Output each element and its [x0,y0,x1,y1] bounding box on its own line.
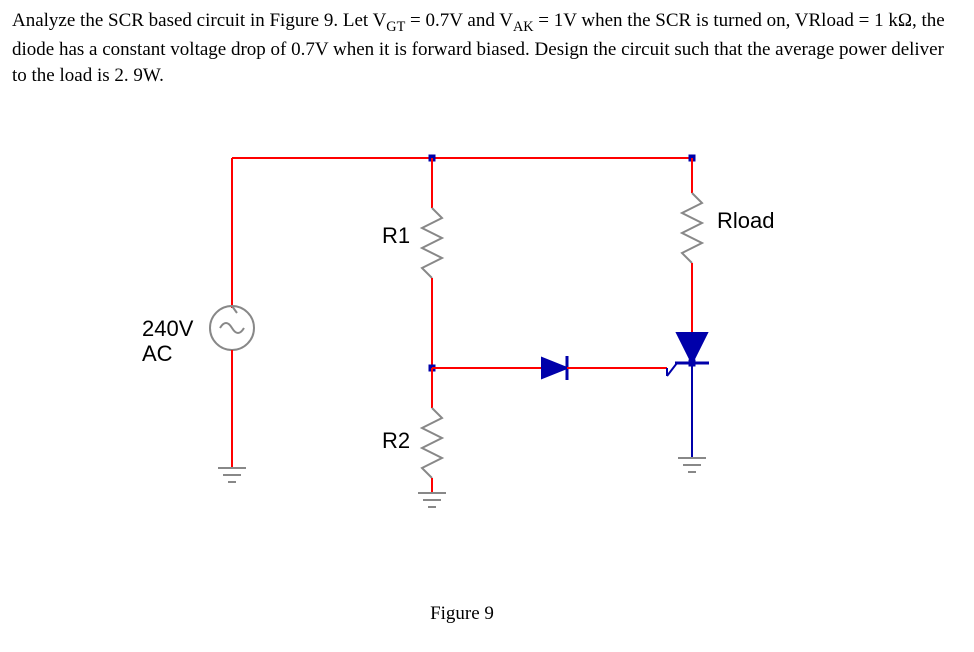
scr-gate-lead-1 [667,363,677,376]
diode-triangle [542,358,567,378]
ground-right [678,458,706,472]
scr-triangle [677,333,707,363]
r1-label: R1 [382,223,410,249]
problem-statement: Analyze the SCR based circuit in Figure … [12,8,962,88]
source-voltage-label: 240V [142,316,193,342]
ground-left [218,468,246,482]
source-type-label: AC [142,341,173,367]
problem-text-1: Analyze the SCR based circuit in Figure … [12,10,386,31]
subscript-vak: AK [513,19,534,35]
resistor-r2 [422,408,442,478]
r2-label: R2 [382,428,410,454]
figure-caption: Figure 9 [112,603,812,625]
ground-mid [418,493,446,507]
subscript-vgt: GT [386,19,405,35]
resistor-rload [682,193,702,263]
problem-text-2: = 0.7V and V [405,10,513,31]
resistor-r1 [422,208,442,278]
sine-icon [220,323,244,333]
node-scr-k [689,360,695,366]
circuit-svg [112,128,812,568]
circuit-diagram: 240V AC R1 R2 Rload [112,128,812,598]
rload-label: Rload [717,208,774,234]
